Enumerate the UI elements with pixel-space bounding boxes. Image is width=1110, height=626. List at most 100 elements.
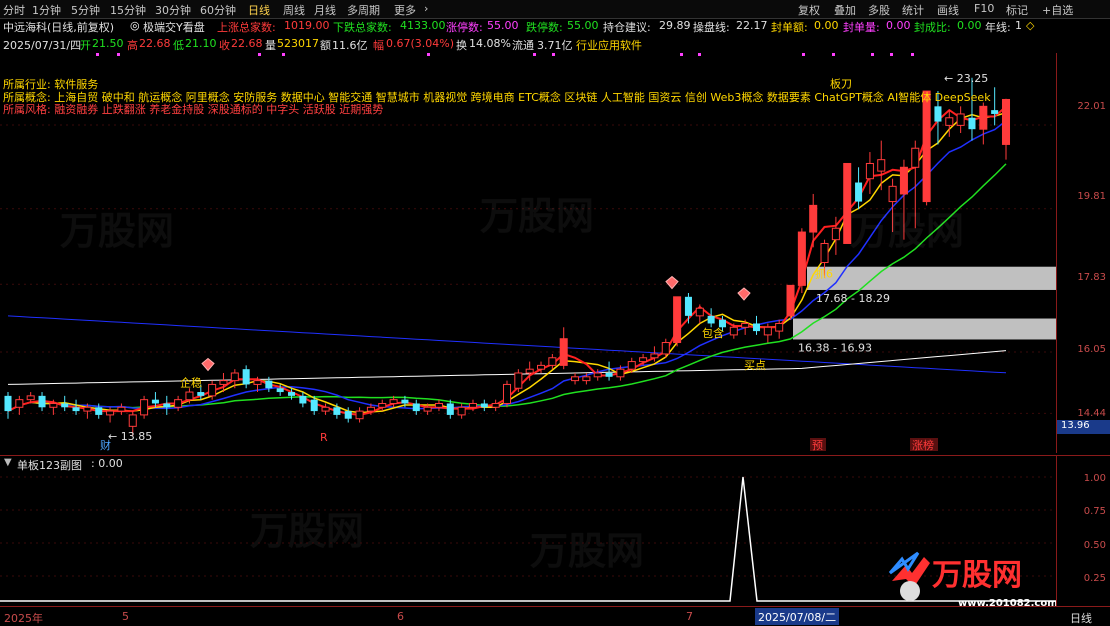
panel-dropdown-icon[interactable]: ◎	[130, 19, 140, 32]
date-label: 7	[686, 610, 693, 623]
candle-body	[434, 402, 443, 408]
year-line-label: 年线:	[985, 21, 1011, 34]
adjust-button[interactable]: 复权	[798, 2, 820, 18]
candle-body	[831, 227, 840, 241]
tab-15min[interactable]: 15分钟	[110, 2, 146, 18]
price-tick: 19.81	[1077, 191, 1106, 202]
candle-body	[106, 410, 115, 416]
signal-dot	[911, 53, 914, 56]
seal-volume-label: 封单量:	[843, 21, 880, 34]
watermark-text: 万股网	[60, 209, 175, 253]
overlay-button[interactable]: 叠加	[834, 2, 856, 18]
tab-intraday[interactable]: 分时	[3, 2, 25, 18]
tab-multi-period[interactable]: 多周期	[347, 2, 380, 18]
mark-button[interactable]: 标记	[1006, 2, 1028, 18]
support-zone	[793, 318, 1056, 340]
signal-dot	[871, 53, 874, 56]
candle-body	[230, 372, 239, 382]
high-value: 22.68	[139, 37, 171, 50]
more-arrow-icon[interactable]: ›	[424, 2, 428, 15]
add-watchlist-button[interactable]: +自选	[1042, 2, 1073, 18]
sub-indicator-chart[interactable]: 万股网	[0, 471, 1056, 606]
sub-indicator-header: ▼ 单板123副图 : 0.00	[0, 455, 1056, 472]
up-total-label: 上涨总家数:	[217, 21, 276, 34]
period-toolbar: 分时 1分钟 5分钟 15分钟 30分钟 60分钟 日线 周线 月线 多周期 更…	[0, 0, 1110, 19]
candle-body	[548, 357, 557, 366]
candle-body	[480, 403, 488, 408]
candle-body	[61, 403, 69, 408]
candle-body	[786, 284, 795, 317]
candle-body	[128, 414, 137, 427]
candle-body	[1001, 98, 1011, 145]
candle-body	[185, 391, 194, 401]
tab-more[interactable]: 更多	[394, 2, 416, 18]
draw-line-button[interactable]: 画线	[937, 2, 959, 18]
candle-body	[559, 338, 568, 366]
candle-body	[219, 380, 228, 385]
sub-tick: 0.50	[1083, 540, 1106, 551]
bar-date: 2025/07/31/四	[3, 39, 82, 52]
ma-line-blue	[7, 120, 1007, 412]
brand-logo-text: 万股网	[932, 558, 1022, 593]
candle-body	[355, 410, 364, 420]
position-value: 29.89	[659, 19, 691, 32]
sub-tick: 0.25	[1083, 573, 1106, 584]
candle-body	[650, 353, 659, 359]
signal-label: 包含	[702, 326, 724, 340]
candle-body	[809, 204, 818, 233]
candle-body	[333, 407, 341, 415]
tab-weekly[interactable]: 周线	[283, 2, 305, 18]
limit-down-value: 55.00	[567, 19, 599, 32]
candle-body	[276, 388, 284, 393]
candle-body	[242, 369, 250, 385]
signal-dot	[427, 53, 430, 56]
f10-button[interactable]: F10	[974, 2, 994, 15]
candle-body	[934, 106, 942, 122]
candle-body	[684, 296, 692, 316]
multi-stock-button[interactable]: 多股	[868, 2, 890, 18]
stats-button[interactable]: 统计	[902, 2, 924, 18]
watermark-text: 万股网	[850, 209, 965, 253]
style-row: 所属风格: 融资融券 止跌翻涨 养老金持股 深股通标的 中字头 活跃股 近期强势	[3, 101, 383, 117]
limit-up-label: 涨停数:	[446, 21, 483, 34]
seal-ratio-label: 封成比:	[914, 21, 951, 34]
diamond-icon[interactable]: ◇	[1026, 19, 1034, 32]
tab-60min[interactable]: 60分钟	[200, 2, 236, 18]
current-price-tag: 13.96	[1057, 420, 1110, 434]
candle-body	[26, 395, 35, 401]
diamond-signal-icon	[665, 275, 679, 290]
tab-1min[interactable]: 1分钟	[32, 2, 61, 18]
tab-5min[interactable]: 5分钟	[71, 2, 100, 18]
seal-ratio-value: 0.00	[957, 19, 982, 32]
seal-amount-value: 0.00	[814, 19, 839, 32]
down-total-label: 下跌总家数:	[333, 21, 392, 34]
sub-tick: 0.75	[1083, 506, 1106, 517]
candle-body	[707, 315, 715, 324]
amount-label: 额	[320, 39, 331, 52]
panel-name[interactable]: 极端交Y看盘	[143, 19, 205, 35]
date-label: 6	[397, 610, 404, 623]
candle-body	[378, 402, 387, 408]
moving-averages	[7, 105, 1007, 416]
signal-dot	[832, 53, 835, 56]
candle-body	[582, 376, 591, 382]
date-axis: 2025年 5 6 7 2025/07/08/二 日线	[0, 606, 1110, 626]
sub-value: : 0.00	[91, 457, 123, 470]
sub-dropdown-icon[interactable]: ▼	[4, 457, 12, 468]
ma-line-yellow	[7, 111, 1007, 414]
stock-name: 中远海科(日线,前复权)	[3, 21, 115, 34]
candle-body	[299, 395, 307, 404]
tab-monthly[interactable]: 月线	[314, 2, 336, 18]
candle-body	[163, 403, 171, 408]
candle-body	[775, 322, 784, 332]
limit-up-value: 55.00	[487, 19, 519, 32]
candle-body	[140, 399, 149, 416]
turnover-label: 换	[456, 39, 467, 52]
close-label: 收	[219, 39, 230, 52]
tab-daily[interactable]: 日线	[248, 2, 270, 18]
candle-body	[491, 402, 500, 408]
cursor-date: 2025/07/08/二	[755, 608, 840, 625]
diamond-signal-icon	[201, 357, 215, 372]
tab-30min[interactable]: 30分钟	[155, 2, 191, 18]
candle-body	[72, 407, 80, 412]
